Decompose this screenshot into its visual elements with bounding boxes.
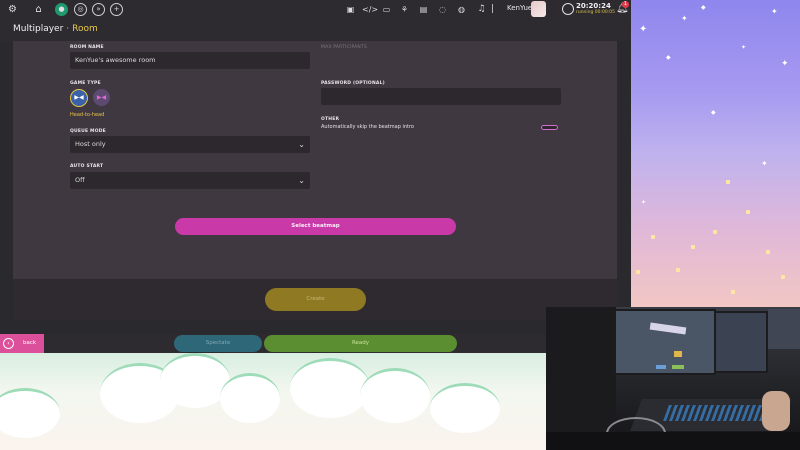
page-title-main: Multiplayer xyxy=(13,24,64,34)
game-window: ✦ ✦ ◆ ✦ ✦ ◆ ✦ ◆ ✦ ✦ ⚙ ⌂ ● ◎ » + ▣ </> ▭ … xyxy=(0,0,800,450)
max-participants-label: MAX PARTICIPANTS xyxy=(321,45,367,50)
auto-start-dropdown[interactable]: Off ⌄ xyxy=(70,172,310,189)
chat-icon[interactable]: ▣ xyxy=(344,3,357,16)
back-arrow-icon: ‹ xyxy=(3,338,14,349)
settings-icon[interactable]: ⚙ xyxy=(6,3,19,16)
webcam-overlay xyxy=(546,307,800,450)
notification-badge: 1 xyxy=(622,1,629,8)
runtime-text: running 00:00:05 xyxy=(576,10,616,15)
game-type-label: GAME TYPE xyxy=(70,81,101,86)
room-name-label: ROOM NAME xyxy=(70,45,104,50)
webcam-dark-wall xyxy=(546,307,616,450)
world-icon[interactable]: ◍ xyxy=(455,3,468,16)
page-title-sub: Room xyxy=(72,24,98,34)
webcam-third-monitor xyxy=(768,309,800,349)
room-name-value: KenYue's awesome room xyxy=(75,56,156,64)
back-label: back xyxy=(23,340,37,346)
play-mode-icon[interactable]: ● xyxy=(55,3,68,16)
team-versus-icon[interactable]: ▶◀ xyxy=(93,89,110,106)
webcam-hand xyxy=(762,391,790,431)
clock-icon xyxy=(562,3,574,15)
chevron-down-icon: ⌄ xyxy=(298,176,305,185)
password-label: PASSWORD (OPTIONAL) xyxy=(321,81,385,86)
room-name-input[interactable]: KenYue's awesome room xyxy=(70,52,310,69)
head-to-head-icon[interactable]: ▶◀ xyxy=(70,89,88,107)
webcam-desk xyxy=(546,432,800,450)
webcam-monitor-button xyxy=(672,365,684,369)
page-header: Multiplayer · Room xyxy=(0,19,631,41)
page-title: Multiplayer · Room xyxy=(13,24,98,34)
home-icon[interactable]: ⌂ xyxy=(32,3,45,16)
plus-mode-icon[interactable]: + xyxy=(110,3,123,16)
next-mode-icon[interactable]: » xyxy=(92,3,105,16)
password-input[interactable] xyxy=(321,88,561,105)
globe-mode-icon[interactable]: ◎ xyxy=(74,3,87,16)
page-title-separator: · xyxy=(66,24,70,34)
webcam-second-monitor xyxy=(714,311,768,373)
background-clouds xyxy=(0,353,546,450)
auto-start-value: Off xyxy=(75,176,85,184)
room-settings-panel xyxy=(13,41,617,279)
auto-start-label: AUTO START xyxy=(70,164,104,169)
game-type-selected: Head-to-head xyxy=(70,112,105,118)
create-button[interactable]: Create xyxy=(265,288,366,311)
ready-button[interactable]: Ready xyxy=(264,335,457,352)
news-icon[interactable]: ▤ xyxy=(417,3,430,16)
queue-mode-label: QUEUE MODE xyxy=(70,129,106,134)
book-icon[interactable]: ▭ xyxy=(380,3,393,16)
avatar[interactable] xyxy=(531,1,546,17)
background-wallpaper: ✦ ✦ ◆ ✦ ✦ ◆ ✦ ◆ ✦ ✦ xyxy=(631,0,800,307)
select-beatmap-button[interactable]: Select beatmap xyxy=(175,218,456,235)
auto-skip-toggle[interactable] xyxy=(541,125,558,130)
code-icon[interactable]: </> xyxy=(362,3,378,16)
webcam-monitor-button xyxy=(674,351,682,357)
other-label: OTHER xyxy=(321,117,340,122)
webcam-monitor-button xyxy=(656,365,666,369)
username[interactable]: KenYue xyxy=(507,4,532,12)
webcam-keyboard-lights xyxy=(663,405,769,421)
chevron-down-icon: ⌄ xyxy=(298,140,305,149)
network-icon[interactable]: ⚘ xyxy=(398,3,411,16)
back-button[interactable]: ‹ back xyxy=(0,334,44,353)
queue-mode-value: Host only xyxy=(75,140,106,148)
divider-icon: | xyxy=(490,4,495,14)
top-toolbar: ⚙ ⌂ ● ◎ » + ▣ </> ▭ ⚘ ▤ ◌ ◍ ♫ | KenYue 2… xyxy=(0,0,631,19)
auto-skip-label: Automatically skip the beatmap intro xyxy=(321,124,414,130)
queue-mode-dropdown[interactable]: Host only ⌄ xyxy=(70,136,310,153)
clock-time: 20:20:24 xyxy=(576,2,611,10)
spectate-button[interactable]: Spectate xyxy=(174,335,262,352)
messages-icon[interactable]: ◌ xyxy=(436,3,449,16)
